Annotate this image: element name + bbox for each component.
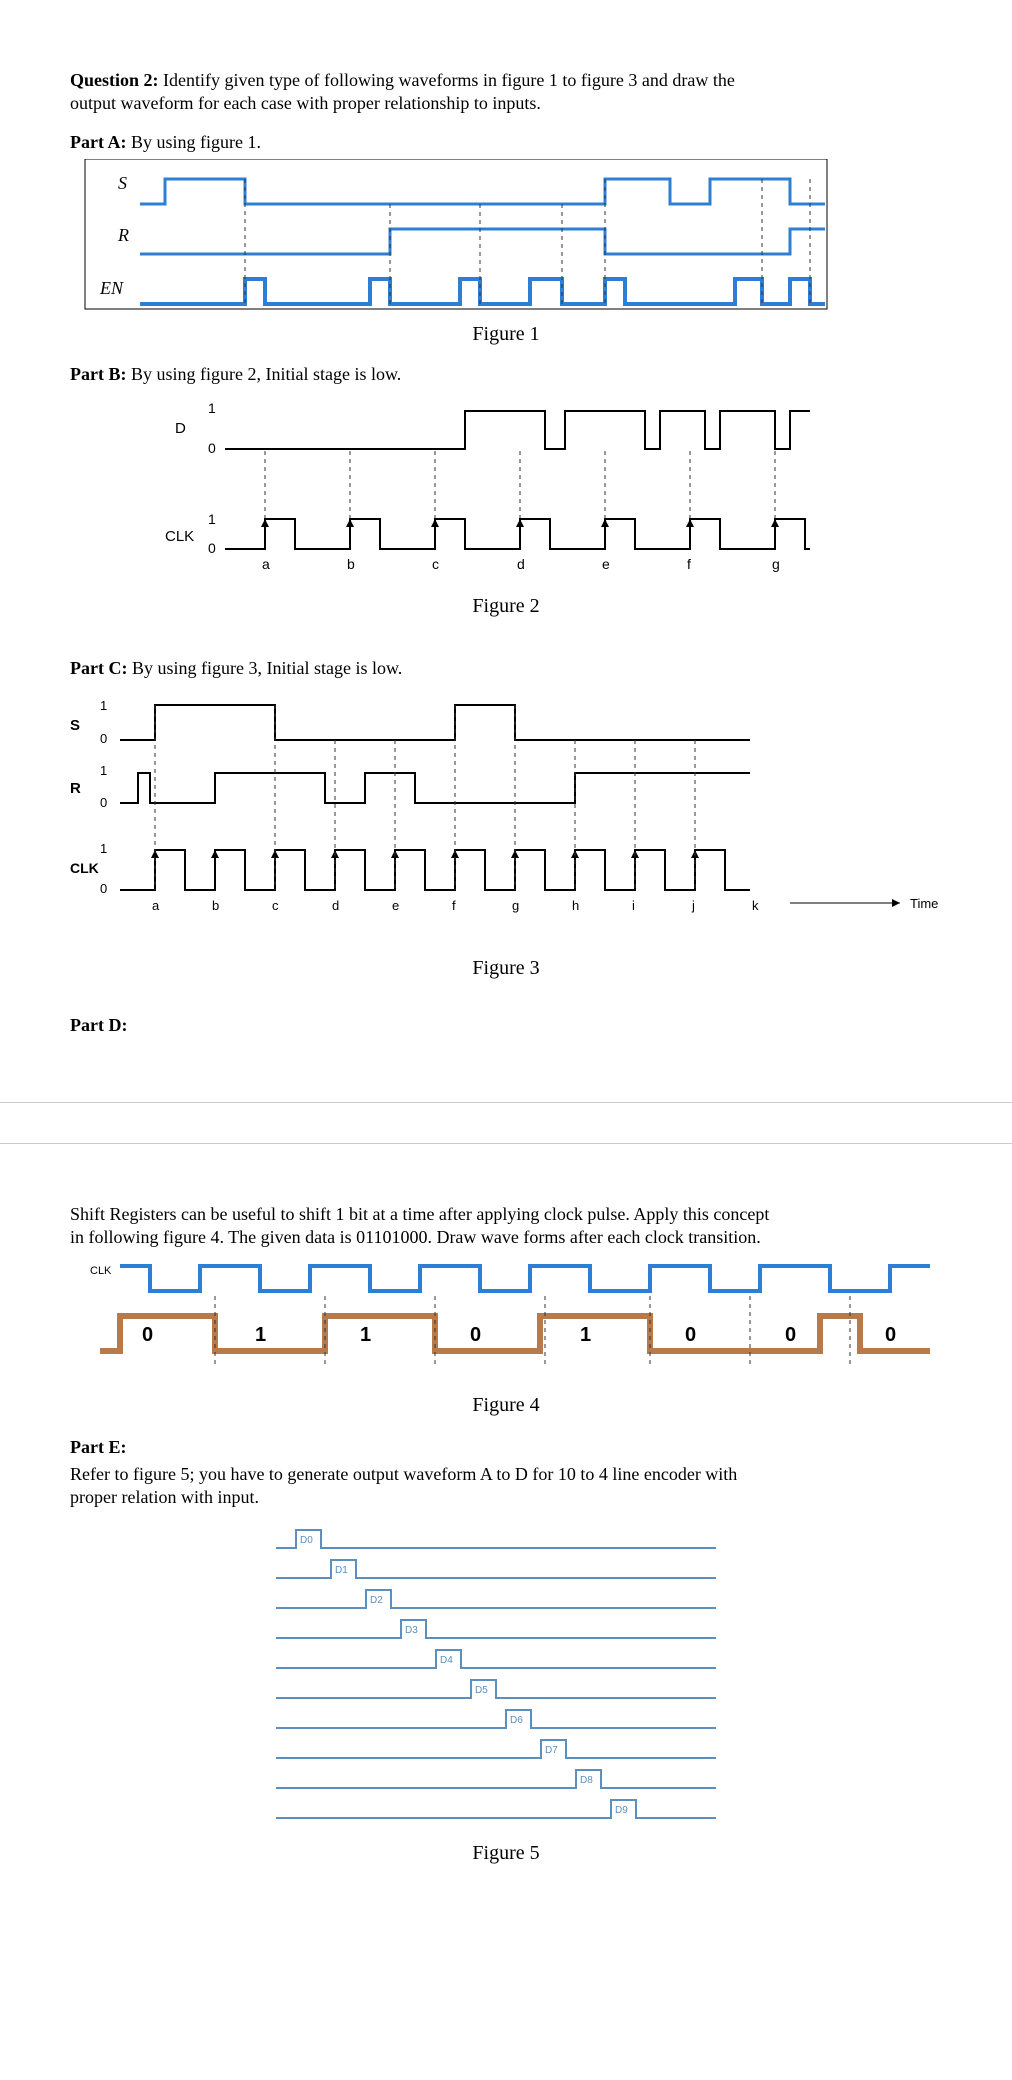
fig2-tick-b: b bbox=[347, 556, 355, 572]
fig4-bit-0: 0 bbox=[142, 1324, 153, 1346]
fig3-tick-e: e bbox=[392, 898, 399, 913]
fig5-d2: D2 bbox=[370, 1595, 383, 1606]
fig4-bit-1: 1 bbox=[255, 1324, 266, 1346]
fig3-tick-f: f bbox=[452, 898, 456, 913]
fig4-bit-6: 0 bbox=[785, 1324, 796, 1346]
fig5-d4: D4 bbox=[440, 1655, 453, 1666]
figure-3-svg: S 1 0 R 1 0 CLK 1 0 a b c d e f g h i j … bbox=[70, 685, 940, 945]
fig3-tick-i: i bbox=[632, 898, 635, 913]
fig5-d3: D3 bbox=[405, 1625, 418, 1636]
figure-5-caption: Figure 5 bbox=[70, 1842, 942, 1865]
fig3-time-label: Time bbox=[910, 896, 938, 911]
part-e-line: Part E: bbox=[70, 1437, 942, 1458]
fig2-clk-0: 0 bbox=[208, 540, 216, 556]
fig2-clk-label: CLK bbox=[165, 528, 194, 545]
fig1-s-label: S bbox=[118, 173, 127, 193]
fig2-d-1: 1 bbox=[208, 400, 216, 416]
figure-2-caption: Figure 2 bbox=[70, 595, 942, 618]
fig3-tick-c: c bbox=[272, 898, 279, 913]
part-c-line: Part C: By using figure 3, Initial stage… bbox=[70, 658, 942, 679]
fig3-clk-label: CLK bbox=[70, 860, 99, 876]
part-b-label: Part B: bbox=[70, 364, 126, 384]
part-a-line: Part A: By using figure 1. bbox=[70, 132, 942, 153]
fig4-bit-5: 0 bbox=[685, 1324, 696, 1346]
fig5-d0: D0 bbox=[300, 1535, 313, 1546]
fig5-d6: D6 bbox=[510, 1715, 523, 1726]
fig3-tick-g: g bbox=[512, 898, 519, 913]
page-gap bbox=[0, 1102, 1012, 1144]
fig2-tick-f: f bbox=[687, 556, 691, 572]
fig3-tick-d: d bbox=[332, 898, 339, 913]
figure-4-caption: Figure 4 bbox=[70, 1394, 942, 1417]
question-num: Question 2: bbox=[70, 70, 159, 90]
fig2-tick-c: c bbox=[432, 556, 439, 572]
partd-text2: in following figure 4. The given data is… bbox=[70, 1227, 942, 1248]
question-text-1: Identify given type of following wavefor… bbox=[159, 70, 735, 90]
figure-1-caption: Figure 1 bbox=[70, 323, 942, 346]
fig5-d9: D9 bbox=[615, 1805, 628, 1816]
fig3-c0: 0 bbox=[100, 881, 107, 896]
fig4-clk-label: CLK bbox=[90, 1265, 112, 1277]
fig3-r-label: R bbox=[70, 780, 81, 797]
fig2-tick-g: g bbox=[772, 556, 780, 572]
part-a-text: By using figure 1. bbox=[126, 132, 261, 152]
fig4-bit-7: 0 bbox=[885, 1324, 896, 1346]
question-text-2: output waveform for each case with prope… bbox=[70, 93, 942, 114]
question-heading: Question 2: Identify given type of follo… bbox=[70, 70, 942, 91]
fig3-tick-k: k bbox=[752, 898, 759, 913]
fig2-d-0: 0 bbox=[208, 440, 216, 456]
fig3-s0: 0 bbox=[100, 731, 107, 746]
part-d-line: Part D: bbox=[70, 1015, 942, 1036]
figure-2-svg: D 1 0 CLK 1 0 a b c d e f g bbox=[150, 391, 870, 591]
fig2-tick-e: e bbox=[602, 556, 610, 572]
fig5-d7: D7 bbox=[545, 1745, 558, 1756]
part-d-label: Part D: bbox=[70, 1015, 127, 1035]
fig3-tick-a: a bbox=[152, 898, 160, 913]
fig3-tick-h: h bbox=[572, 898, 579, 913]
fig5-d8: D8 bbox=[580, 1775, 593, 1786]
parte-text1: Refer to figure 5; you have to generate … bbox=[70, 1464, 942, 1485]
part-e-label: Part E: bbox=[70, 1437, 126, 1457]
fig5-d1: D1 bbox=[335, 1565, 348, 1576]
fig3-c1: 1 bbox=[100, 841, 107, 856]
fig3-r1: 1 bbox=[100, 763, 107, 778]
figure-1-svg: S R EN bbox=[70, 159, 830, 319]
fig2-d-label: D bbox=[175, 420, 186, 437]
figure-3-caption: Figure 3 bbox=[70, 957, 942, 980]
part-b-text: By using figure 2, Initial stage is low. bbox=[126, 364, 401, 384]
fig3-tick-b: b bbox=[212, 898, 219, 913]
partd-text1: Shift Registers can be useful to shift 1… bbox=[70, 1204, 942, 1225]
part-a-label: Part A: bbox=[70, 132, 126, 152]
fig3-tick-j: j bbox=[691, 898, 695, 913]
fig4-bit-3: 0 bbox=[470, 1324, 481, 1346]
figure-5-svg: D0 D1 D2 D3 D4 D5 D6 D7 D8 D9 bbox=[256, 1518, 756, 1838]
fig1-en-label: EN bbox=[99, 278, 124, 298]
fig3-s-label: S bbox=[70, 717, 80, 734]
parte-text2: proper relation with input. bbox=[70, 1487, 942, 1508]
figure-4-svg: CLK 0 1 1 0 1 0 0 0 bbox=[70, 1256, 940, 1376]
fig1-r-label: R bbox=[117, 225, 129, 245]
fig5-d5: D5 bbox=[475, 1685, 488, 1696]
fig3-r0: 0 bbox=[100, 795, 107, 810]
fig4-bit-2: 1 bbox=[360, 1324, 371, 1346]
fig3-s1: 1 bbox=[100, 698, 107, 713]
part-c-text: By using figure 3, Initial stage is low. bbox=[127, 658, 402, 678]
fig2-clk-1: 1 bbox=[208, 511, 216, 527]
part-c-label: Part C: bbox=[70, 658, 127, 678]
fig2-tick-d: d bbox=[517, 556, 525, 572]
fig4-bit-4: 1 bbox=[580, 1324, 591, 1346]
fig2-tick-a: a bbox=[262, 556, 270, 572]
part-b-line: Part B: By using figure 2, Initial stage… bbox=[70, 364, 942, 385]
